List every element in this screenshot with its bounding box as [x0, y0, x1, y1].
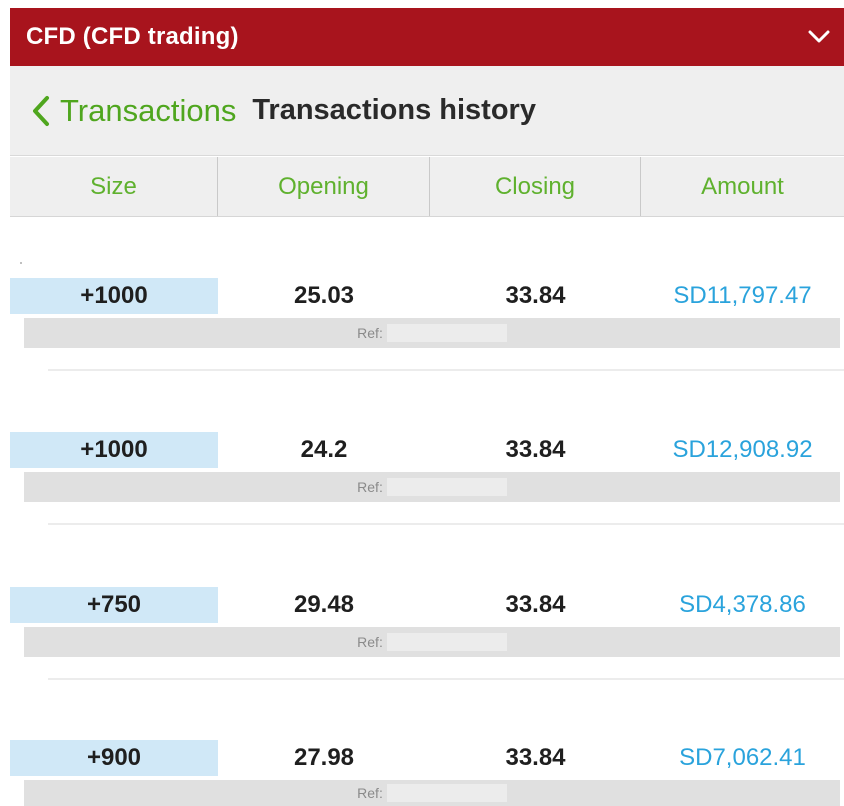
closing-cell: 33.84: [505, 744, 566, 771]
ref-value: [386, 478, 507, 496]
chevron-left-icon: [32, 95, 60, 127]
column-closing[interactable]: Closing: [430, 157, 641, 216]
account-title: CFD (CFD trading): [26, 23, 239, 50]
size-cell: +1000: [10, 432, 218, 468]
ref-label: Ref:: [357, 325, 383, 341]
transaction-row[interactable]: +1000 25.03 33.84 SD11,797.47 Ref:: [10, 278, 844, 350]
ref-value: [386, 784, 507, 802]
column-amount[interactable]: Amount: [641, 157, 844, 216]
row-divider: [48, 523, 844, 525]
column-header: Size Opening Closing Amount: [10, 157, 844, 217]
amount-cell: SD7,062.41: [679, 744, 806, 771]
ref-label: Ref:: [357, 479, 383, 495]
ref-value: [386, 324, 507, 342]
column-opening[interactable]: Opening: [218, 157, 430, 216]
transaction-row[interactable]: +900 27.98 33.84 SD7,062.41 Ref:: [10, 740, 844, 806]
amount-cell: SD4,378.86: [679, 591, 806, 618]
back-button[interactable]: Transactions: [32, 93, 236, 129]
opening-cell: 27.98: [293, 744, 355, 771]
separator-dot: [20, 262, 22, 264]
closing-cell: 33.84: [505, 436, 566, 463]
reference-bar: Ref:: [24, 472, 840, 502]
amount-cell: SD12,908.92: [672, 436, 813, 463]
reference-bar: Ref:: [24, 318, 840, 348]
size-cell: +750: [10, 587, 218, 623]
reference-bar: Ref:: [24, 627, 840, 657]
row-divider: [48, 369, 844, 371]
size-cell: +1000: [10, 278, 218, 314]
ref-label: Ref:: [357, 785, 383, 801]
chevron-down-icon[interactable]: [808, 30, 830, 44]
transaction-row[interactable]: +750 29.48 33.84 SD4,378.86 Ref:: [10, 587, 844, 659]
amount-cell: SD11,797.47: [673, 282, 812, 309]
closing-cell: 33.84: [505, 282, 566, 309]
navigation-bar: Transactions Transactions history: [10, 66, 844, 156]
reference-bar: Ref:: [24, 780, 840, 806]
column-size[interactable]: Size: [10, 157, 218, 216]
ref-label: Ref:: [357, 634, 383, 650]
row-divider: [48, 678, 844, 680]
closing-cell: 33.84: [505, 591, 566, 618]
back-label: Transactions: [60, 92, 237, 128]
ref-value: [386, 633, 507, 651]
opening-cell: 29.48: [293, 591, 355, 618]
account-header[interactable]: CFD (CFD trading): [10, 8, 844, 66]
opening-cell: 25.03: [293, 282, 355, 309]
size-cell: +900: [10, 740, 218, 776]
page-title: Transactions history: [252, 94, 536, 126]
opening-cell: 24.2: [300, 436, 348, 463]
transaction-row[interactable]: +1000 24.2 33.84 SD12,908.92 Ref:: [10, 432, 844, 504]
